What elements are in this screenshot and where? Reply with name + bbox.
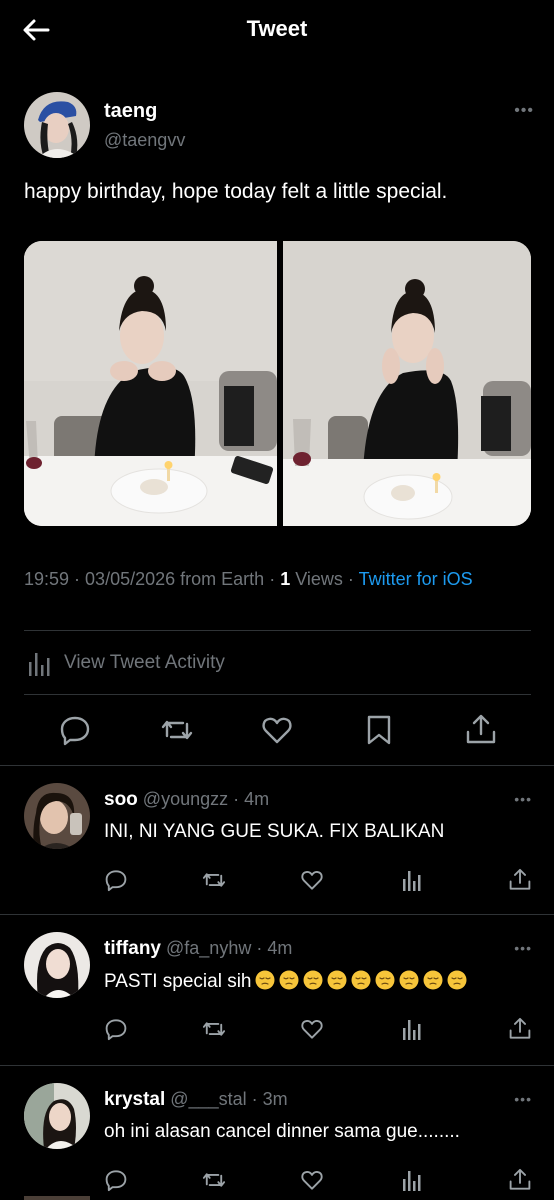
divider: [24, 694, 531, 695]
pensive-face-emoji: [375, 970, 395, 990]
views-label: Views: [295, 569, 343, 589]
reply-text: INI, NI YANG GUE SUKA. FIX BALIKAN: [104, 821, 445, 842]
tweet-actions: [0, 712, 554, 752]
reply-header: soo @youngzz · 4m: [104, 789, 270, 810]
next-reply-avatar-peek: [24, 1196, 90, 1200]
pensive-face-emoji: [351, 970, 371, 990]
reply-icon[interactable]: [103, 867, 129, 893]
like-icon[interactable]: [259, 712, 295, 748]
pensive-face-emoji: [255, 970, 275, 990]
tweet-meta: 19:59 · 03/05/2026 from Earth · 1 Views …: [24, 569, 473, 589]
pensive-face-emoji: [279, 970, 299, 990]
retweet-icon[interactable]: [159, 712, 195, 748]
like-icon[interactable]: [299, 1167, 325, 1193]
tweet-author: taeng @taengvv •••: [24, 92, 534, 158]
reply-time: 3m: [262, 1089, 288, 1109]
reply-icon[interactable]: [103, 1016, 129, 1042]
reply-actions: [0, 1016, 554, 1044]
reply-author-handle[interactable]: @fa_nyhw: [166, 938, 251, 958]
reply-avatar[interactable]: [24, 932, 90, 998]
bookmark-icon[interactable]: [361, 712, 397, 748]
share-icon[interactable]: [507, 867, 533, 893]
pensive-face-emoji: [447, 970, 467, 990]
pensive-face-emoji: [399, 970, 419, 990]
analytics-icon[interactable]: [399, 1167, 425, 1193]
tweet-date: 03/05/2026: [85, 569, 176, 589]
views-count: 1: [280, 569, 291, 589]
like-icon[interactable]: [299, 867, 325, 893]
tweet-source-link[interactable]: Twitter for iOS: [359, 569, 473, 589]
view-activity-label: View Tweet Activity: [64, 652, 225, 673]
reply-author-handle[interactable]: @youngzz: [143, 789, 228, 809]
retweet-icon[interactable]: [201, 1016, 227, 1042]
analytics-icon[interactable]: [399, 867, 425, 893]
more-options-icon[interactable]: •••: [514, 102, 534, 120]
analytics-icon: [29, 653, 50, 676]
more-options-icon[interactable]: •••: [514, 940, 532, 956]
retweet-icon[interactable]: [201, 867, 227, 893]
reply-icon[interactable]: [57, 712, 93, 748]
tweet-photo-2[interactable]: [283, 241, 531, 526]
reply-item[interactable]: tiffany @fa_nyhw · 4m ••• PASTI special …: [0, 914, 554, 1064]
page-title: Tweet: [246, 16, 308, 41]
retweet-icon[interactable]: [201, 1167, 227, 1193]
author-avatar[interactable]: [24, 92, 90, 158]
tweet-time: 19:59: [24, 569, 70, 589]
tweet-text: happy birthday, hope today felt a little…: [24, 180, 448, 203]
pensive-face-emoji: [303, 970, 323, 990]
reply-time: 4m: [267, 938, 293, 958]
reply-time: 4m: [244, 789, 270, 809]
reply-author-name[interactable]: tiffany: [104, 938, 161, 959]
more-options-icon[interactable]: •••: [514, 791, 532, 807]
share-icon[interactable]: [463, 712, 499, 748]
share-icon[interactable]: [507, 1167, 533, 1193]
top-bar: Tweet: [0, 0, 554, 58]
reply-header: krystal @___stal · 3m: [104, 1089, 288, 1110]
more-options-icon[interactable]: •••: [514, 1091, 532, 1107]
tweet-media[interactable]: [24, 241, 531, 526]
tweet-photo-1[interactable]: [24, 241, 277, 526]
reply-text-content: PASTI special sih: [104, 971, 252, 992]
author-handle[interactable]: @taengvv: [104, 130, 185, 151]
reply-item[interactable]: soo @youngzz · 4m ••• INI, NI YANG GUE S…: [0, 765, 554, 913]
reply-avatar[interactable]: [24, 1083, 90, 1149]
analytics-icon[interactable]: [399, 1016, 425, 1042]
reply-author-name[interactable]: krystal: [104, 1089, 165, 1110]
tweet-location: from Earth: [180, 569, 265, 589]
share-icon[interactable]: [507, 1016, 533, 1042]
reply-item[interactable]: krystal @___stal · 3m ••• oh ini alasan …: [0, 1065, 554, 1200]
reply-author-name[interactable]: soo: [104, 789, 138, 810]
reply-actions: [0, 867, 554, 895]
reply-text: PASTI special sih: [104, 970, 467, 993]
pensive-face-emoji: [423, 970, 443, 990]
reply-text: oh ini alasan cancel dinner sama gue....…: [104, 1121, 460, 1142]
reply-actions: [0, 1167, 554, 1195]
like-icon[interactable]: [299, 1016, 325, 1042]
pensive-face-emoji: [327, 970, 347, 990]
reply-author-handle[interactable]: @___stal: [170, 1089, 246, 1109]
author-name[interactable]: taeng: [104, 100, 157, 123]
emoji-row: [251, 970, 467, 992]
reply-icon[interactable]: [103, 1167, 129, 1193]
reply-avatar[interactable]: [24, 783, 90, 849]
divider: [24, 630, 531, 631]
reply-header: tiffany @fa_nyhw · 4m: [104, 938, 293, 959]
